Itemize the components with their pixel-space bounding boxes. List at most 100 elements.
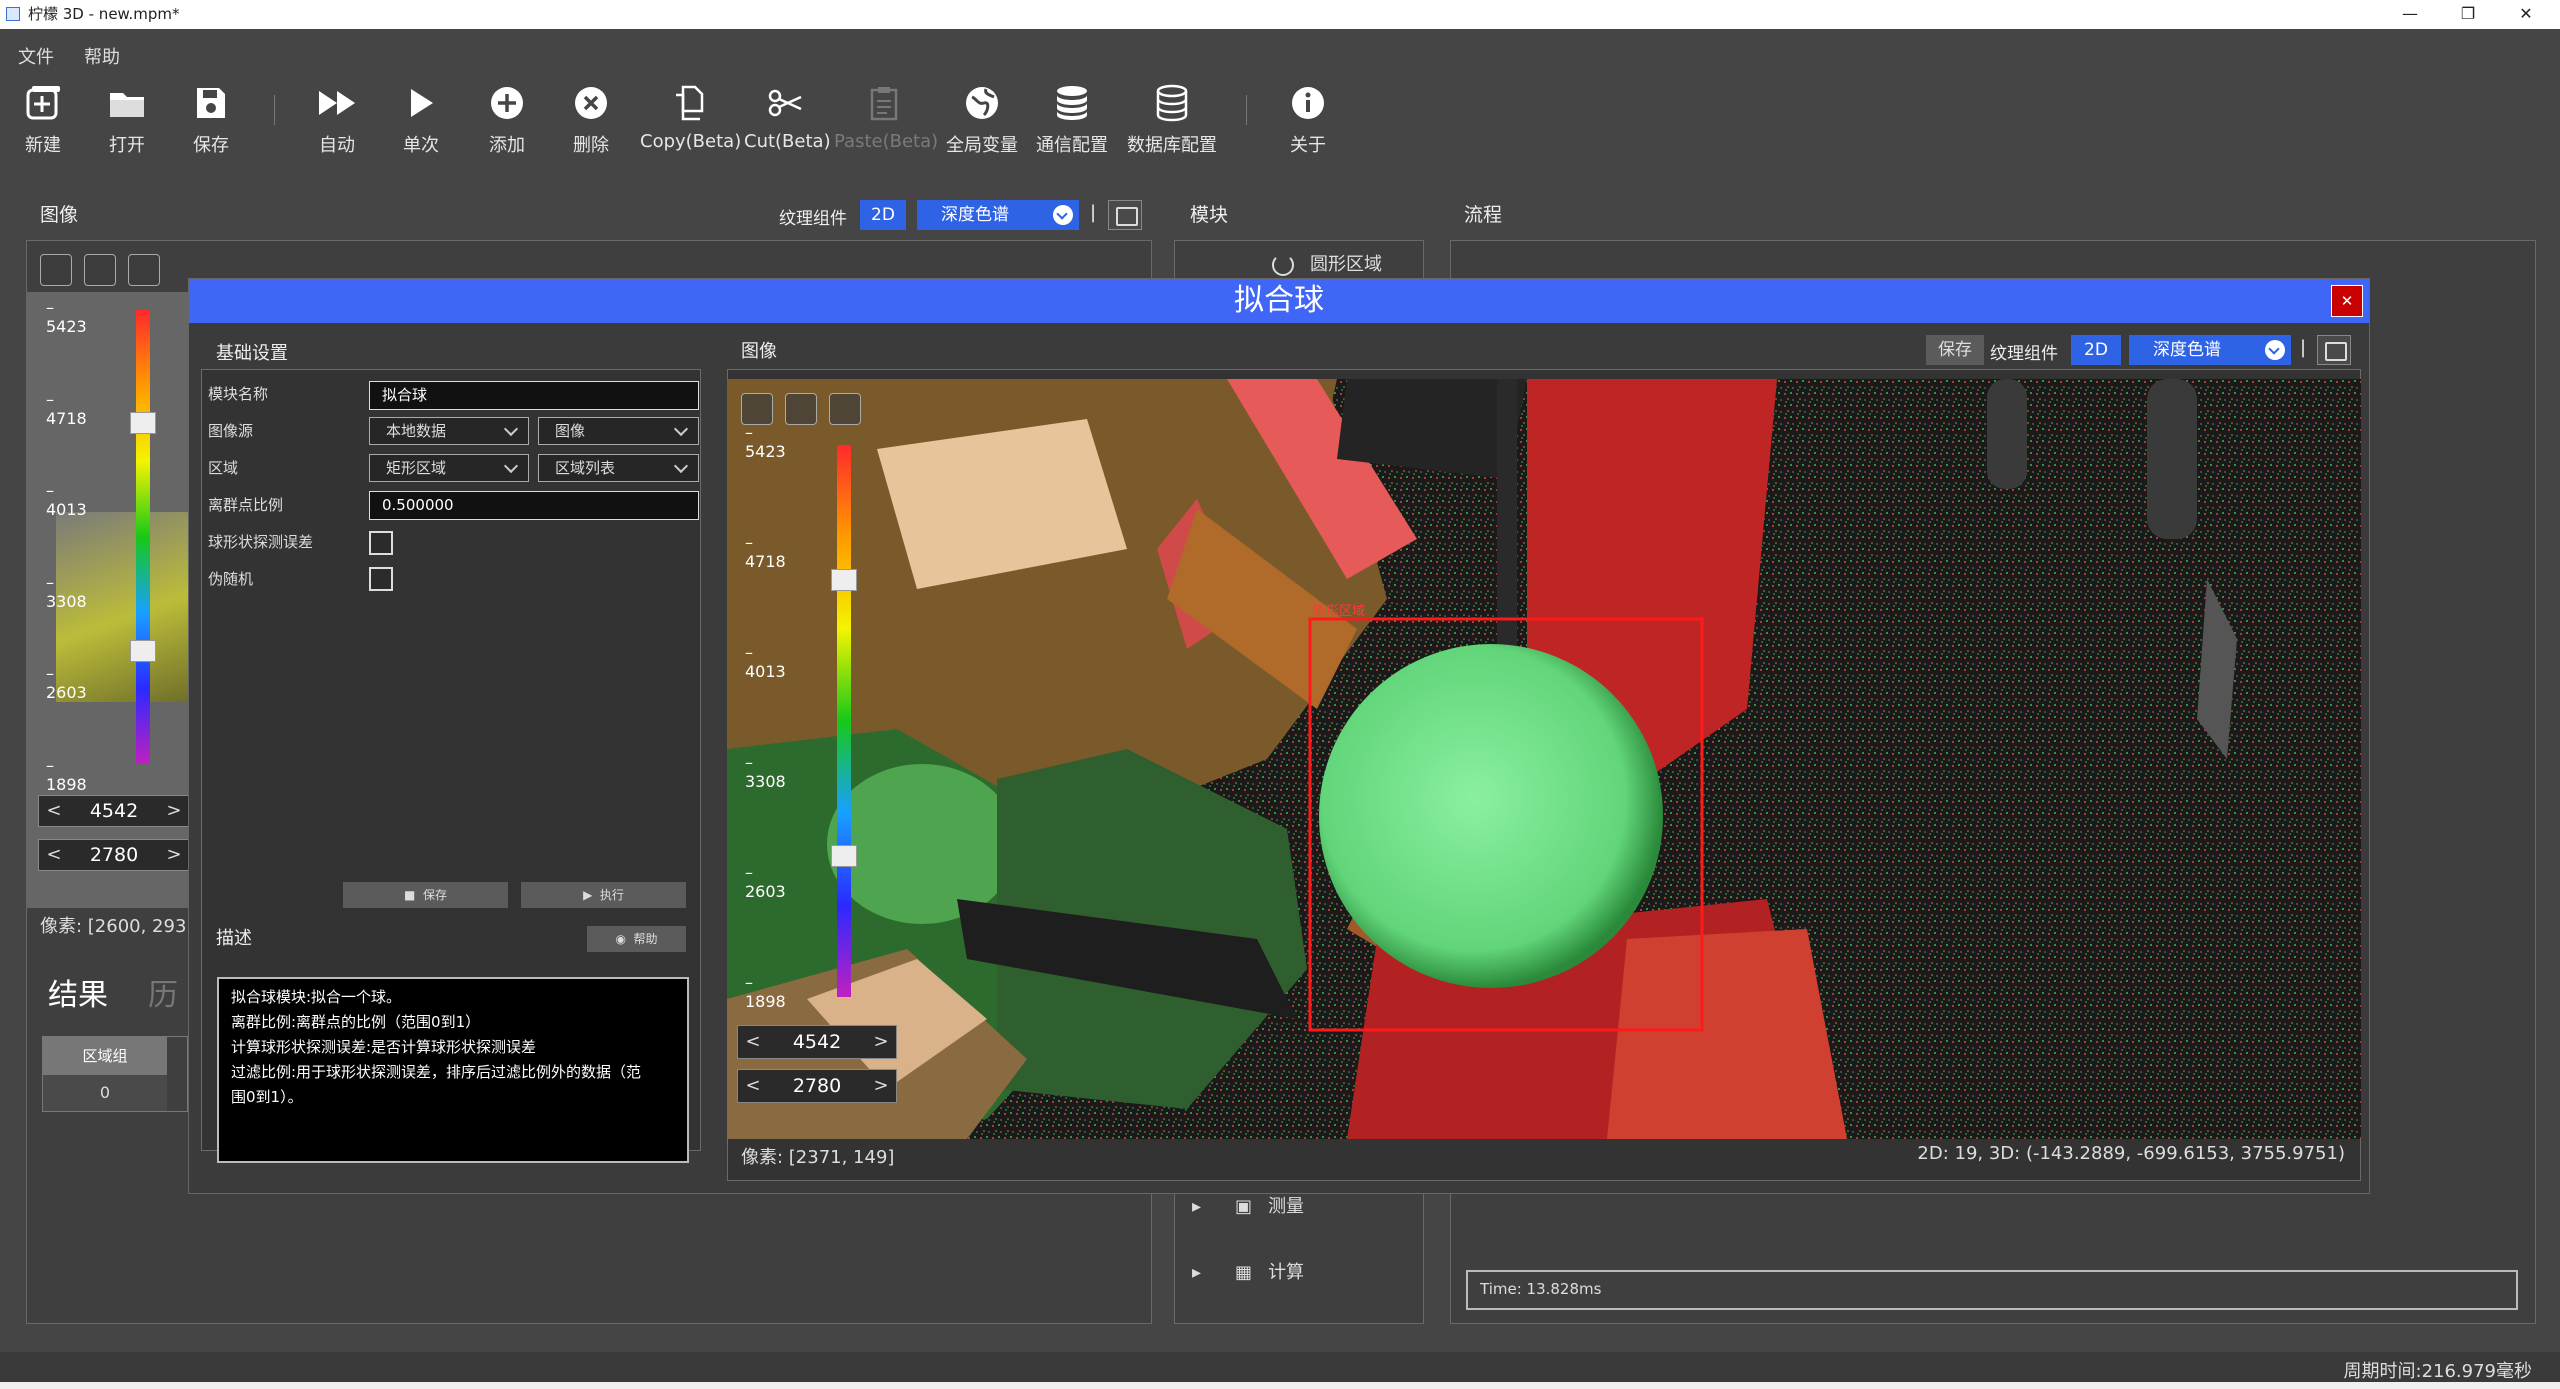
depth-image: 矩形区域 xyxy=(727,379,2361,1139)
ruler-tick-label: –1898 xyxy=(46,755,87,794)
restore-button[interactable]: ❐ xyxy=(2440,0,2496,29)
dialog-spin-lower[interactable]: <2780 > xyxy=(737,1069,897,1103)
menu-file[interactable]: 文件 xyxy=(18,43,54,69)
close-button[interactable]: ✕ xyxy=(2498,0,2554,29)
refresh-icon[interactable] xyxy=(829,393,861,425)
table-header: 区域组 xyxy=(43,1037,167,1075)
colorbar-lower-handle[interactable] xyxy=(831,845,857,867)
colorbar-upper-handle[interactable] xyxy=(831,569,857,591)
outlier-ratio-input[interactable]: 0.500000 xyxy=(369,491,699,520)
sphere-error-checkbox[interactable] xyxy=(369,531,393,555)
new-button[interactable]: 新建 xyxy=(14,83,72,157)
history-tab[interactable]: 历 xyxy=(148,970,178,1014)
dialog-run-button[interactable]: ▶ 执行 xyxy=(521,882,686,908)
app-icon xyxy=(6,7,20,21)
main-spin-upper[interactable]: <4542 > xyxy=(38,795,190,827)
about-button[interactable]: 关于 xyxy=(1280,83,1336,157)
colorbar-upper-handle[interactable] xyxy=(130,412,156,434)
menu-bar: 文件 帮助 xyxy=(0,29,2560,71)
minimize-button[interactable]: — xyxy=(2382,0,2438,29)
ruler-tick-label: –2603 xyxy=(745,863,786,901)
dialog-save-button[interactable]: ■ 保存 xyxy=(343,882,508,908)
fit-icon[interactable] xyxy=(785,393,817,425)
dialog-texture-label: 纹理组件 xyxy=(1990,344,2058,364)
help-button[interactable]: ◉ 帮助 xyxy=(587,926,686,952)
module-name-input[interactable]: 拟合球 xyxy=(369,381,699,410)
single-run-button[interactable]: 单次 xyxy=(392,83,450,157)
chevron-left-icon[interactable]: < xyxy=(742,1026,764,1058)
ruler-tick-label: –4013 xyxy=(745,643,786,681)
chevron-left-icon[interactable]: < xyxy=(43,840,65,870)
module-circle-region[interactable]: 圆形区域 xyxy=(1272,250,1382,276)
depth-image-view[interactable]: 矩形区域 –5423 –4718 –4013 –3308 –2603 –1898 <454… xyxy=(727,379,2361,1139)
dialog-spin-upper[interactable]: <4542 > xyxy=(737,1025,897,1059)
colorbar-lower-handle[interactable] xyxy=(130,640,156,662)
dialog-image-settings-button[interactable] xyxy=(2317,335,2351,365)
dialog-colormap-dropdown[interactable]: 深度色谱 xyxy=(2129,335,2291,365)
sphere-error-label: 球形状探测误差 xyxy=(208,533,314,551)
ruler-tick-label: –4718 xyxy=(745,533,786,571)
separator: | xyxy=(1090,202,1097,223)
expand-arrow-icon: ▸ xyxy=(1192,1262,1202,1283)
module-measure[interactable]: ▸ ▣ 测量 xyxy=(1192,1192,1304,1218)
region-list-select[interactable]: 区域列表 xyxy=(538,454,699,482)
chevron-down-icon xyxy=(1053,205,1073,225)
main-spin-lower[interactable]: <2780 > xyxy=(38,839,190,871)
chevron-right-icon[interactable]: > xyxy=(870,1070,892,1102)
comms-config-button[interactable]: 通信配置 xyxy=(1032,83,1112,157)
chevron-left-icon[interactable]: < xyxy=(43,796,65,826)
dialog-mode-2d-button[interactable]: 2D xyxy=(2071,335,2121,365)
source-image-select[interactable]: 图像 xyxy=(538,417,699,445)
expand-arrow-icon: ▸ xyxy=(1192,1196,1202,1217)
ruler-tick-label: –1898 xyxy=(745,973,786,1011)
info-icon[interactable] xyxy=(40,254,72,286)
title-bar: 柠檬 3D - new.mpm* — ❐ ✕ xyxy=(0,0,2560,29)
image-settings-button[interactable] xyxy=(1108,200,1142,230)
global-variables-button[interactable]: 全局变量 xyxy=(944,83,1020,157)
description-box: 拟合球模块:拟合一个球。 离群比例:离群点的比例（范围0到1） 计算球形状探测误… xyxy=(217,977,689,1163)
mode-2d-button[interactable]: 2D xyxy=(860,200,906,230)
results-tab[interactable]: 结果 xyxy=(48,970,108,1014)
fit-icon[interactable] xyxy=(84,254,116,286)
save-icon: ■ xyxy=(404,888,423,902)
window-title: 柠檬 3D - new.mpm* xyxy=(28,5,180,23)
region-type-select[interactable]: 矩形区域 xyxy=(369,454,529,482)
source-type-select[interactable]: 本地数据 xyxy=(369,417,529,445)
toolbar-separator xyxy=(274,95,275,125)
refresh-icon[interactable] xyxy=(128,254,160,286)
paste-button[interactable]: Paste(Beta) xyxy=(834,83,938,152)
cube-icon: ▣ xyxy=(1235,1196,1253,1217)
open-button[interactable]: 打开 xyxy=(98,83,156,157)
image-panel-title: 图像 xyxy=(40,204,79,226)
cut-button[interactable]: Cut(Beta) xyxy=(744,83,831,152)
folder-icon xyxy=(110,93,144,117)
play-icon xyxy=(411,89,433,117)
database-config-button[interactable]: 数据库配置 xyxy=(1124,83,1220,157)
chevron-left-icon[interactable]: < xyxy=(742,1070,764,1102)
toolbar-separator xyxy=(1246,95,1247,125)
copy-button[interactable]: Copy(Beta) xyxy=(640,83,741,152)
colormap-dropdown[interactable]: 深度色谱 xyxy=(917,200,1079,230)
module-compute[interactable]: ▸ ▦ 计算 xyxy=(1192,1258,1304,1284)
auto-run-button[interactable]: 自动 xyxy=(308,83,366,157)
save-button[interactable]: 保存 xyxy=(182,83,240,157)
new-icon xyxy=(26,86,60,120)
delete-button[interactable]: 删除 xyxy=(562,83,620,157)
add-button[interactable]: 添加 xyxy=(478,83,536,157)
info-icon[interactable] xyxy=(741,393,773,425)
table-row[interactable]: 0 xyxy=(43,1075,167,1111)
dialog-image-save-button[interactable]: 保存 xyxy=(1926,335,1984,365)
pseudo-random-checkbox[interactable] xyxy=(369,567,393,591)
chevron-right-icon[interactable]: > xyxy=(163,840,185,870)
chevron-right-icon[interactable]: > xyxy=(163,796,185,826)
scissors-icon xyxy=(768,89,802,117)
ruler-tick-label: –4013 xyxy=(46,481,87,519)
info-icon xyxy=(1292,87,1324,119)
dialog-close-button[interactable] xyxy=(2331,285,2363,317)
chevron-right-icon[interactable]: > xyxy=(870,1026,892,1058)
globe-icon: ◉ xyxy=(615,932,634,946)
main-pixel-readout: 像素: [2600, 293] xyxy=(40,916,194,937)
database-icon xyxy=(1057,86,1087,120)
menu-help[interactable]: 帮助 xyxy=(84,43,120,69)
calculator-icon: ▦ xyxy=(1235,1262,1253,1283)
